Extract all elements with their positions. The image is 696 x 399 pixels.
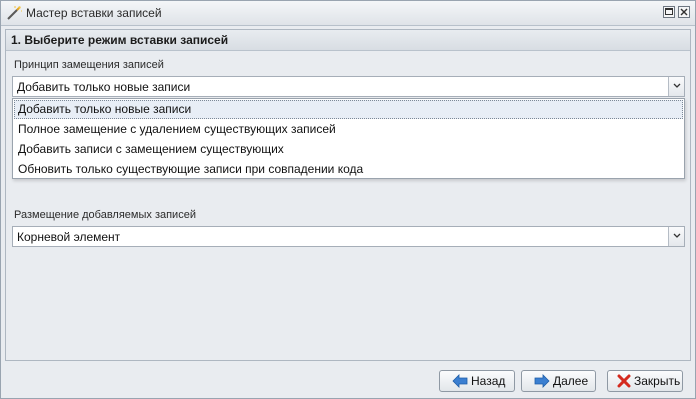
window-title: Мастер вставки записей [26,6,162,20]
next-button-label: Далее [553,374,589,388]
option-full-replace[interactable]: Полное замещение с удалением существующи… [14,120,683,139]
window-titlebar[interactable]: Мастер вставки записей [1,1,695,26]
arrow-left-icon [452,374,468,388]
step-title: 1. Выберите режим вставки записей [11,33,229,47]
close-button[interactable]: Закрыть [607,370,683,392]
back-button[interactable]: Назад [439,370,515,392]
replace-mode-dropdown-trigger[interactable] [668,77,684,96]
next-button[interactable]: Далее [521,370,596,392]
replace-mode-select[interactable]: Добавить только новые записи [12,76,685,97]
replace-mode-options-list: Добавить только новые записи Полное заме… [12,98,685,179]
maximize-button[interactable] [663,6,675,18]
option-update-existing-by-code[interactable]: Обновить только существующие записи при … [14,160,683,179]
close-icon [680,8,688,16]
replace-mode-label: Принцип замещения записей [14,59,164,71]
placement-select[interactable]: Корневой элемент [12,226,685,247]
placement-value: Корневой элемент [17,230,121,244]
insert-records-wizard-window: Мастер вставки записей 1. Выберите режим… [0,0,696,399]
arrow-right-icon [534,374,550,388]
window-close-button[interactable] [678,6,690,18]
maximize-icon [665,8,673,15]
magic-wand-icon [5,4,23,22]
option-add-with-replace[interactable]: Добавить записи с замещением существующи… [14,140,683,159]
back-button-label: Назад [471,374,506,388]
placement-label: Размещение добавляемых записей [14,209,196,221]
chevron-down-icon [673,233,681,238]
chevron-down-icon [673,83,681,88]
option-add-new-only[interactable]: Добавить только новые записи [14,100,683,119]
step-header: 1. Выберите режим вставки записей [6,30,690,51]
replace-mode-value: Добавить только новые записи [17,80,191,94]
close-button-label: Закрыть [634,374,681,388]
red-cross-icon [617,374,631,388]
placement-dropdown-trigger[interactable] [668,227,684,246]
